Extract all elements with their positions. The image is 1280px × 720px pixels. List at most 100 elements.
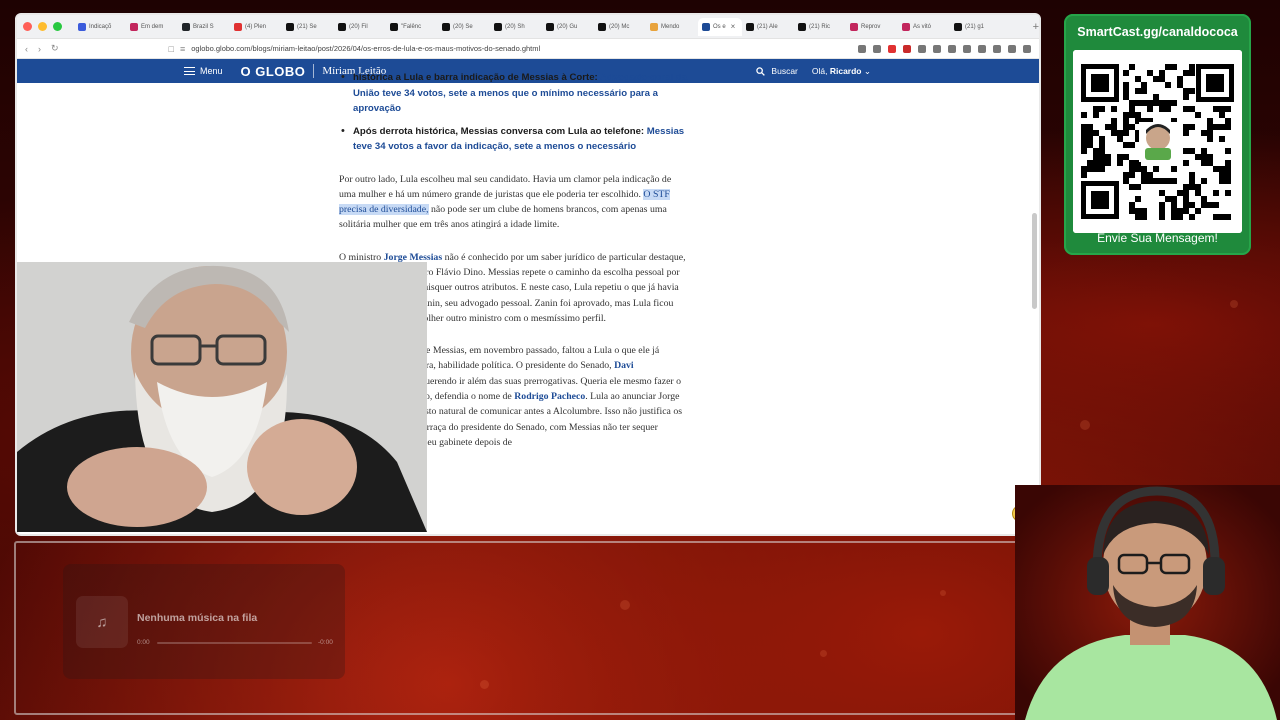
browser-tab[interactable]: (20) Gu — [542, 18, 594, 36]
new-tab-button[interactable]: + — [1033, 21, 1039, 33]
page-scrollbar[interactable] — [1032, 213, 1037, 309]
browser-tab[interactable]: (21) Se — [282, 18, 334, 36]
tab-favicon-icon — [338, 22, 346, 31]
browser-tab[interactable]: (4) Plen — [230, 18, 282, 36]
tab-favicon-icon — [650, 22, 658, 31]
tab-favicon-icon — [850, 22, 858, 31]
browser-tab[interactable]: (21) g1 — [950, 18, 1002, 36]
tab-label: Em dem — [141, 23, 164, 30]
menu-button[interactable]: Menu — [184, 66, 223, 76]
person-link[interactable]: Rodrigo Pacheco — [514, 391, 585, 402]
search-label: Buscar — [771, 66, 798, 76]
related-link[interactable]: histórica a Lula e barra indicação de Me… — [339, 70, 687, 117]
chevron-down-icon: ⌄ — [863, 65, 871, 76]
tab-favicon-icon — [954, 22, 962, 31]
extension-icon[interactable] — [993, 44, 1001, 53]
reload-icon[interactable]: ↻ — [51, 43, 59, 54]
tab-label: Mendo — [661, 23, 680, 30]
forward-icon[interactable]: › — [38, 44, 41, 54]
extension-icon[interactable] — [888, 44, 896, 53]
browser-tab[interactable]: Indicaçõ — [74, 18, 126, 36]
browser-tab[interactable]: (20) Se — [438, 18, 490, 36]
browser-tab[interactable]: (21) Ale — [742, 18, 794, 36]
browser-tab[interactable]: (21) Ric — [794, 18, 846, 36]
tab-label: (20) Mc — [609, 23, 630, 30]
qr-handle: SmartCast.gg/canaldococa — [1077, 25, 1238, 39]
extension-icon[interactable] — [948, 44, 956, 53]
browser-tabs: Indicaçõ Em dem Brazil S (4) Plen (21) Se (20… — [74, 17, 1027, 36]
tab-label: (20) Se — [453, 23, 473, 30]
tab-label: (21) Ale — [757, 23, 778, 30]
address-bar[interactable]: □ ≡ oglobo.globo.com/blogs/miriam-leitao… — [69, 44, 848, 54]
tab-label: (21) g1 — [965, 23, 985, 30]
browser-tab[interactable]: Brazil S — [178, 18, 230, 36]
browser-tab[interactable]: Mendo — [646, 18, 698, 36]
tab-label: (21) Se — [297, 23, 317, 30]
browser-tab[interactable]: As vitó — [898, 18, 950, 36]
browser-tab[interactable]: (20) Mc — [594, 18, 646, 36]
extension-icon[interactable] — [963, 44, 971, 53]
site-logo[interactable]: O GLOBO — [241, 64, 306, 79]
tab-label: Os e — [713, 23, 726, 30]
browser-tab[interactable]: (20) Fil — [334, 18, 386, 36]
browser-menu-icon[interactable] — [1023, 44, 1031, 53]
tab-favicon-icon — [182, 22, 190, 31]
extension-icon[interactable] — [933, 44, 941, 53]
tab-favicon-icon — [746, 22, 754, 31]
extension-icon[interactable] — [903, 44, 911, 53]
tab-label: As vitó — [913, 23, 932, 30]
webcam-streamer-left — [17, 262, 427, 532]
search-icon — [756, 66, 766, 76]
related-link[interactable]: Após derrota histórica, Messias conversa… — [339, 124, 687, 155]
tab-favicon-icon — [546, 22, 554, 31]
extension-icon[interactable] — [1008, 44, 1016, 53]
extension-icon[interactable] — [978, 44, 986, 53]
extension-icon[interactable] — [858, 44, 866, 53]
tab-label: Indicaçõ — [89, 23, 112, 30]
site-settings-icon[interactable]: ≡ — [180, 44, 185, 54]
browser-tab[interactable]: Em dem — [126, 18, 178, 36]
extension-icon[interactable] — [918, 44, 926, 53]
tab-label: (21) Ric — [809, 23, 831, 30]
back-icon[interactable]: ‹ — [25, 44, 28, 54]
tab-label: "Falênc — [401, 23, 422, 30]
tab-label: Reprov — [861, 23, 881, 30]
webcam-streamer-right — [1015, 485, 1280, 720]
browser-tab[interactable]: "Falênc — [386, 18, 438, 36]
browser-tab[interactable]: (20) Sh — [490, 18, 542, 36]
menu-label: Menu — [200, 66, 223, 76]
header-actions: Buscar Olá, Ricardo ⌄ — [756, 66, 871, 77]
search-button[interactable]: Buscar — [756, 66, 798, 76]
qr-panel: SmartCast.gg/canaldococa Envie Sua Mensa… — [1064, 14, 1251, 255]
close-tab-icon[interactable]: × — [731, 22, 736, 31]
music-title: Nenhuma música na fila — [137, 612, 258, 624]
greeting: Olá, — [811, 65, 830, 76]
url-text: oglobo.globo.com/blogs/miriam-leitao/pos… — [191, 44, 541, 53]
music-time-start: 0:00 — [137, 639, 150, 646]
maximize-window-button[interactable] — [53, 22, 62, 31]
extension-icon[interactable] — [873, 44, 881, 53]
music-time-end: -0:00 — [318, 639, 333, 646]
qr-code-icon — [1073, 50, 1242, 233]
tab-favicon-icon — [442, 22, 450, 31]
close-window-button[interactable] — [23, 22, 32, 31]
window-controls — [23, 22, 62, 31]
tab-favicon-icon — [286, 22, 294, 31]
browser-tab[interactable]: Os e × — [698, 17, 742, 36]
minimize-window-button[interactable] — [38, 22, 47, 31]
related-links: histórica a Lula e barra indicação de Me… — [339, 70, 687, 155]
bookmark-icon[interactable]: □ — [169, 44, 174, 54]
browser-tab[interactable]: Reprov — [846, 18, 898, 36]
tab-favicon-icon — [798, 22, 806, 31]
tab-favicon-icon — [598, 22, 606, 31]
address-bar-row: ‹ › ↻ □ ≡ oglobo.globo.com/blogs/miriam-… — [17, 39, 1039, 59]
tab-favicon-icon — [234, 22, 242, 31]
tab-favicon-icon — [702, 22, 710, 31]
user-menu[interactable]: Olá, Ricardo ⌄ — [812, 66, 871, 77]
music-progress-bar[interactable] — [157, 642, 312, 644]
tab-label: Brazil S — [193, 23, 214, 30]
hamburger-icon — [184, 67, 195, 75]
tab-bar: Indicaçõ Em dem Brazil S (4) Plen (21) Se (20… — [17, 15, 1039, 39]
person-link[interactable]: Jorge Messias — [384, 252, 443, 263]
tab-favicon-icon — [902, 22, 910, 31]
